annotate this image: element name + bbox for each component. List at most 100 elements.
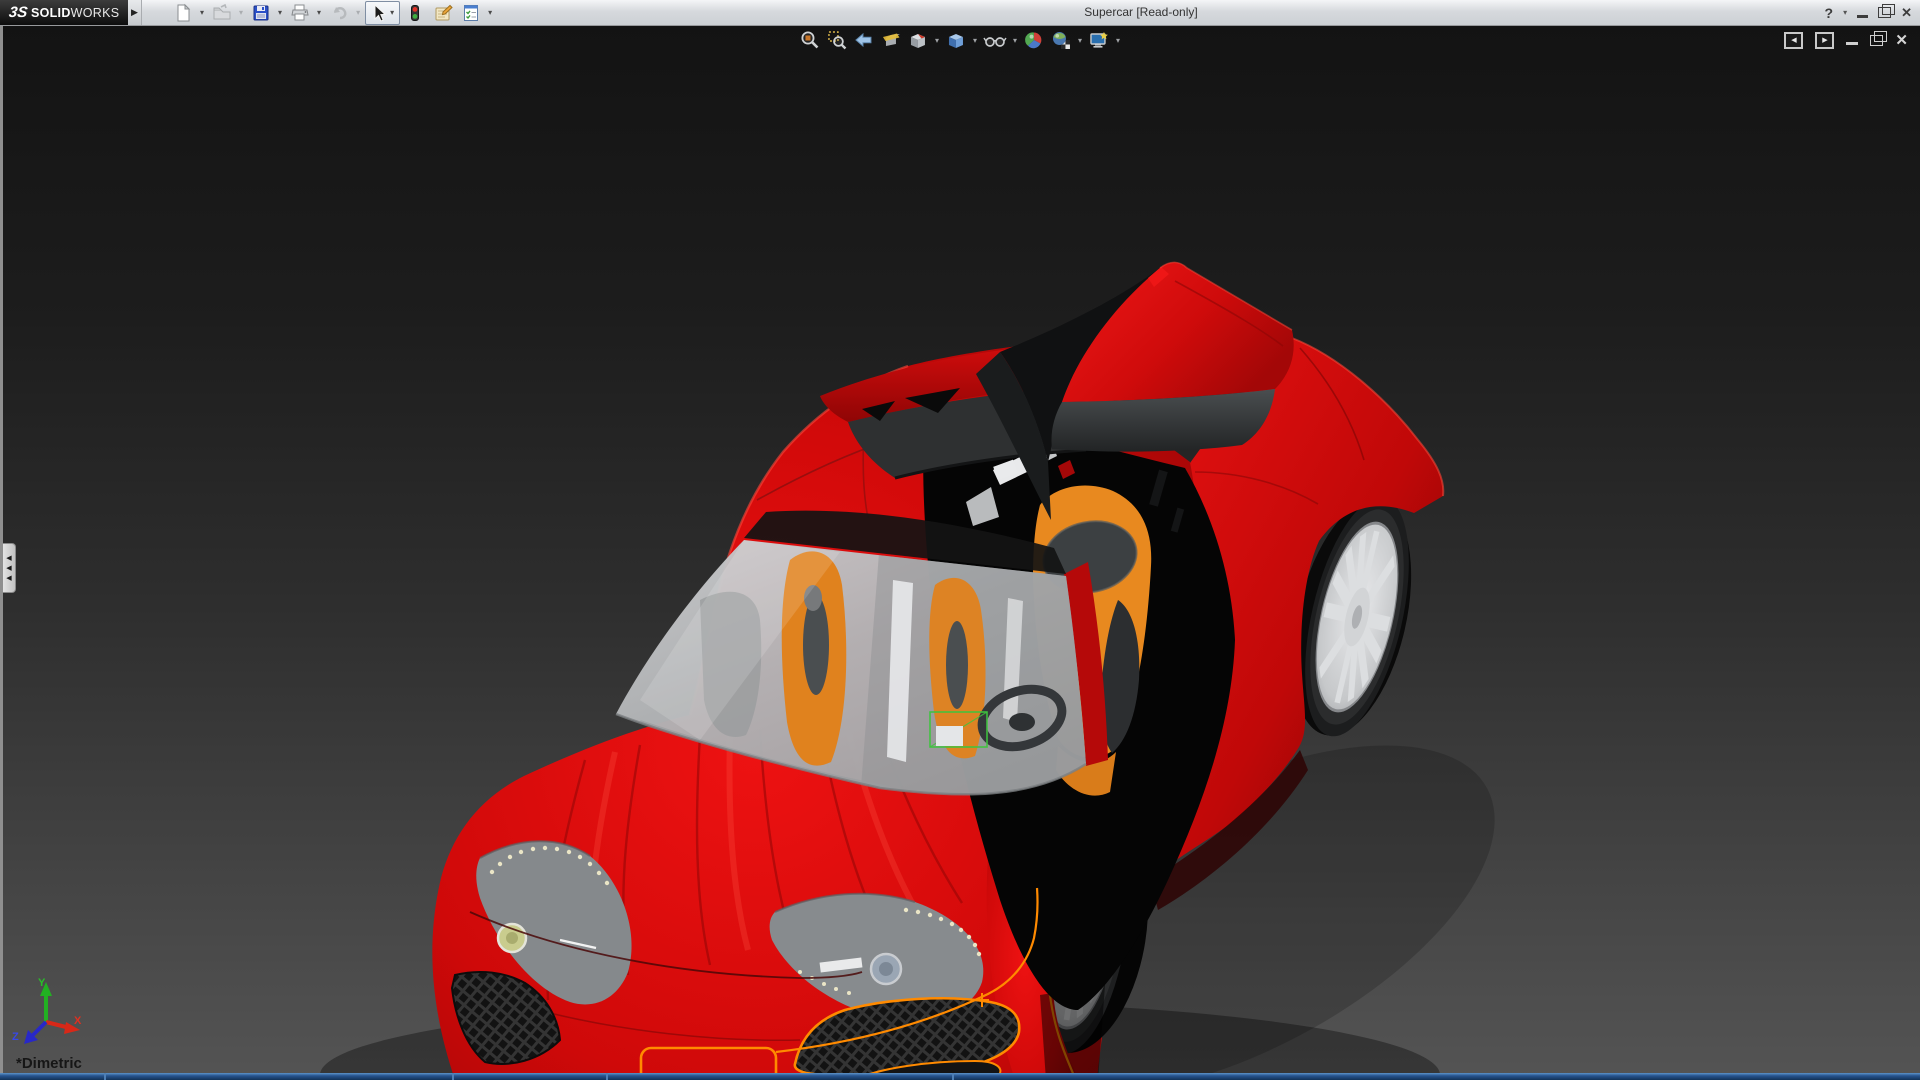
rear-wheel[interactable] (1272, 488, 1431, 747)
document-title: Supercar [Read-only] (1084, 5, 1198, 19)
fender-selection-line (1038, 883, 1077, 1079)
standard-toolbar: ▾ ▾ ▾ ▾ ▾ ▾ ▾ (170, 0, 495, 25)
print-button[interactable] (287, 1, 313, 25)
document-close-button[interactable]: ✕ (1895, 31, 1908, 49)
select-dropdown-caret[interactable]: ▾ (390, 8, 394, 17)
eyeglasses-icon (983, 37, 1007, 47)
app-window-controls: ? ▾ ✕ (1825, 0, 1912, 25)
section-view-button[interactable] (879, 28, 903, 52)
steering-wheel (977, 684, 1067, 752)
print-dropdown-caret[interactable]: ▾ (317, 8, 321, 17)
left-headlight[interactable] (476, 840, 632, 1005)
led-strip (798, 907, 982, 995)
select-cursor-icon (374, 3, 387, 22)
hood-creases (546, 727, 964, 1001)
view-orientation-cube-icon (910, 34, 925, 48)
menu-flyout-arrow-icon[interactable]: ▶ (128, 0, 142, 25)
display-style-cube-icon (948, 34, 963, 48)
right-headlight[interactable] (769, 892, 984, 1021)
triad-x-label: X (74, 1015, 82, 1027)
zoom-to-area-icon (828, 31, 847, 50)
hide-show-items-button[interactable] (982, 28, 1008, 52)
front-wheel[interactable] (986, 801, 1165, 1080)
driver-seat[interactable] (1033, 485, 1152, 796)
hide-show-caret[interactable]: ▾ (1013, 36, 1017, 45)
splitter-arrow-icon: ◀ (6, 574, 12, 582)
display-style-caret[interactable]: ▾ (973, 36, 977, 45)
close-button[interactable]: ✕ (1901, 5, 1912, 21)
notebook-pencil-icon (435, 4, 453, 20)
edit-appearance-button[interactable] (1022, 28, 1046, 52)
apply-scene-caret[interactable]: ▾ (1078, 36, 1082, 45)
apply-scene-button[interactable] (1049, 28, 1073, 52)
previous-view-icon (855, 32, 872, 48)
view-settings-caret[interactable]: ▾ (1116, 36, 1120, 45)
sketch-point-marker (975, 993, 989, 1007)
hood-highlights (586, 726, 920, 991)
checklist-icon (464, 4, 479, 21)
pane-right-toggle-icon[interactable]: ▶ (1815, 31, 1835, 49)
restore-button[interactable] (1878, 4, 1896, 18)
open-folder-icon (213, 3, 231, 19)
brake-caliper (1055, 835, 1088, 888)
pane-left-toggle-icon[interactable]: ◀ (1784, 31, 1804, 49)
traffic-light-icon (411, 4, 420, 21)
apply-scene-icon (1053, 32, 1071, 49)
select-tool-button[interactable]: ▾ (365, 0, 401, 25)
windshield[interactable] (615, 510, 1090, 830)
zoom-to-fit-button[interactable] (798, 28, 822, 52)
a-pillar[interactable] (1064, 562, 1108, 766)
save-dropdown-caret[interactable]: ▾ (278, 8, 282, 17)
ground-shadow (320, 745, 1495, 1080)
options-checklist-button[interactable] (458, 1, 484, 25)
undo-button (326, 1, 352, 25)
triad-y-label: Y (38, 977, 46, 989)
document-minimize-button[interactable] (1846, 42, 1859, 45)
solidworks-logo: 3S SOLID WORKS (0, 0, 128, 25)
selected-sketch-highlight (929, 711, 988, 748)
view-orientation-caret[interactable]: ▾ (935, 36, 939, 45)
open-dropdown-caret: ▾ (239, 8, 244, 17)
car-body[interactable] (432, 338, 1201, 1080)
view-orientation-button[interactable] (906, 28, 930, 52)
cabin-interior[interactable] (923, 398, 1235, 1010)
splitter-arrow-icon: ◀ (6, 554, 12, 562)
open-gullwing-door[interactable] (820, 261, 1294, 533)
open-document-button[interactable] (209, 1, 235, 25)
section-view-icon (882, 33, 900, 46)
minimize-button[interactable] (1857, 15, 1869, 18)
save-button[interactable] (248, 1, 274, 25)
front-bumper[interactable] (450, 887, 1039, 1080)
taskbar-top-edge[interactable] (0, 1073, 1920, 1080)
orientation-triad: Y X Z (12, 977, 82, 1044)
document-restore-button[interactable] (1870, 30, 1888, 46)
new-dropdown-caret[interactable]: ▾ (200, 8, 204, 17)
right-intake-mesh (793, 997, 1021, 1078)
door-panel[interactable] (1062, 262, 1294, 402)
rear-quarter-body[interactable] (1150, 337, 1445, 910)
help-dropdown-caret[interactable]: ▾ (1843, 8, 1847, 17)
led-strip (489, 845, 610, 886)
front-fender[interactable] (986, 808, 1078, 1080)
projector-lamp (496, 922, 528, 954)
design-binder-button[interactable] (430, 1, 456, 25)
graphics-viewport[interactable]: ▾ ▾ ▾ ▾ ▾ ◀ ▶ ✕ ◀ ◀ ◀ Y X Z *Dimetric (0, 25, 1920, 1080)
previous-view-button[interactable] (852, 28, 876, 52)
splitter-arrow-icon: ◀ (6, 564, 12, 572)
left-intake-mesh (450, 970, 562, 1065)
new-document-button[interactable] (170, 1, 196, 25)
view-settings-button[interactable] (1087, 28, 1111, 52)
zoom-to-area-button[interactable] (825, 28, 849, 52)
feature-tree-splitter-tab[interactable]: ◀ ◀ ◀ (3, 543, 16, 593)
document-window-controls: ◀ ▶ ✕ (1784, 30, 1908, 49)
zoom-to-fit-icon (801, 31, 819, 49)
display-style-button[interactable] (944, 28, 968, 52)
logo-bold: SOLID (30, 5, 71, 20)
options-dropdown-caret[interactable]: ▾ (488, 8, 492, 17)
logo-mark: 3S (7, 4, 29, 21)
save-floppy-icon (253, 5, 269, 20)
new-document-icon (177, 3, 191, 21)
supercar-model[interactable]: Y X Z (0, 0, 1920, 1080)
selection-colors-button[interactable] (402, 1, 428, 25)
help-icon[interactable]: ? (1825, 5, 1834, 21)
